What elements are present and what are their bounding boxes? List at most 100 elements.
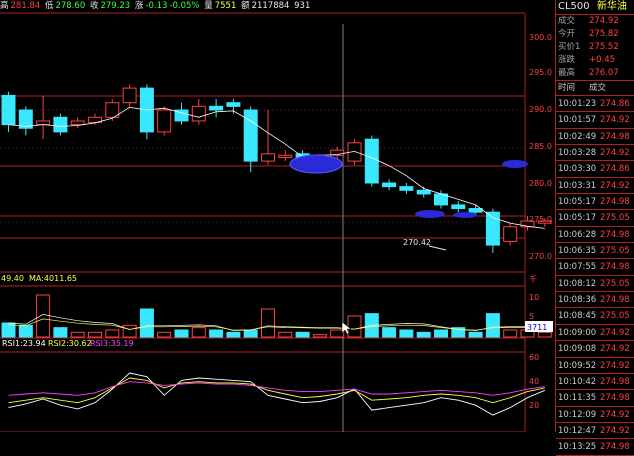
candle-body: [1, 94, 16, 126]
candle-body: [18, 109, 33, 129]
volume-bar: [226, 331, 241, 338]
tick-time: 10:13:25: [558, 442, 597, 453]
table-row[interactable]: 10:06:35 275.05: [556, 243, 634, 260]
volume-bar: [122, 324, 137, 338]
low-annotation: 270.42: [403, 238, 431, 247]
chart-area[interactable]: 300.0 295.0 290.0 285.0 280.0 275.0 270.…: [0, 0, 555, 432]
tick-price: 274.86: [600, 99, 630, 109]
volume-bar: [434, 329, 448, 338]
table-row[interactable]: 10:08:12 275.05: [556, 276, 634, 293]
table-row[interactable]: 10:07:55 274.98: [556, 259, 634, 276]
candle-body: [468, 208, 483, 213]
candle-body: [399, 186, 414, 191]
signal-marker: [502, 160, 528, 168]
tick-time: 10:10:42: [558, 376, 597, 387]
table-row[interactable]: 10:08:45 275.05: [556, 308, 634, 325]
table-row[interactable]: 10:06:28 274.98: [556, 227, 634, 244]
table-row[interactable]: 10:03:28 274.92: [556, 145, 634, 162]
tick-time: 10:03:31: [558, 180, 597, 191]
table-row[interactable]: 10:01:23 274.86: [556, 96, 634, 113]
table-row[interactable]: 10:09:00 274.92: [556, 325, 634, 342]
volume-series[interactable]: [1, 294, 552, 338]
grid-lines: [0, 12, 526, 432]
table-row[interactable]: 10:05:17 275.05: [556, 210, 634, 227]
tick-price: 274.98: [600, 262, 630, 273]
candle-body: [209, 105, 224, 111]
tick-price: 274.92: [600, 425, 630, 436]
table-row[interactable]: 10:12:09 274.92: [556, 407, 634, 423]
tick-time: 10:01:57: [558, 115, 597, 126]
candle-body: [451, 204, 466, 210]
tick-time: 10:12:47: [558, 425, 597, 436]
table-row[interactable]: 10:03:31 274.92: [556, 178, 634, 195]
candle-body: [70, 120, 85, 126]
tick-time: 10:03:30: [558, 164, 597, 175]
ticks-list[interactable]: 10:01:23 274.86 10:01:57 274.92 10:02:49 274.…: [556, 96, 634, 456]
volume-bar: [139, 308, 154, 338]
candle-body: [261, 153, 275, 162]
price-tick-6: 270.0: [529, 252, 552, 261]
table-row[interactable]: 10:11:35 274.98: [556, 390, 634, 407]
candle-body: [53, 116, 68, 133]
tick-price: 274.92: [600, 180, 630, 191]
table-row[interactable]: 10:13:25 274.98: [556, 439, 634, 456]
table-row[interactable]: 10:01:57 274.92: [556, 112, 634, 129]
tick-price: 274.98: [600, 131, 630, 142]
quote-row-high: 最高 276.07: [558, 68, 619, 78]
rsi-series[interactable]: [8, 372, 545, 416]
volume-bar: [105, 329, 120, 338]
candle-body: [416, 189, 431, 195]
volume-bar: [70, 331, 85, 338]
tick-time: 10:09:08: [558, 344, 597, 355]
quote-header: CL500 新华油: [556, 0, 634, 14]
tick-time: 10:06:35: [558, 246, 597, 257]
table-row[interactable]: 10:08:36 274.98: [556, 292, 634, 309]
candle-body: [382, 182, 397, 188]
table-row[interactable]: 10:10:42 274.98: [556, 374, 634, 391]
candle-body: [243, 109, 258, 162]
candle-body: [226, 102, 241, 107]
rsi2-label: RSI2:30.62: [48, 339, 92, 348]
table-row[interactable]: 10:12:47 274.92: [556, 423, 634, 440]
volume-bar: [399, 329, 414, 338]
volume-bar: [88, 331, 102, 338]
table-row[interactable]: 10:02:49 274.98: [556, 129, 634, 146]
table-row[interactable]: 10:09:52 274.92: [556, 358, 634, 374]
tick-time: 10:02:49: [558, 131, 597, 142]
tick-price: 274.98: [600, 393, 630, 404]
rsi-tick-0: 60: [529, 353, 539, 362]
price-tick-0: 300.0: [529, 33, 552, 42]
tick-time: 10:06:28: [558, 229, 597, 240]
volume-bar: [209, 329, 224, 338]
volume-bar: [312, 334, 327, 338]
table-row[interactable]: 10:09:08 274.92: [556, 341, 634, 358]
volume-tick-1: 5: [529, 312, 534, 321]
tick-price: 275.05: [600, 278, 630, 289]
tick-price: 274.98: [600, 295, 630, 306]
symbol-name: 新华油: [596, 1, 627, 12]
quote-row-bid: 买价1 275.52: [558, 42, 619, 52]
low-leader: [428, 245, 447, 251]
tick-time: 10:03:28: [558, 148, 597, 159]
tick-price: 274.92: [600, 360, 630, 371]
table-row[interactable]: 10:03:30 274.86: [556, 161, 634, 178]
candle-body: [122, 87, 137, 104]
rsi-tick-2: 20: [529, 401, 539, 410]
tick-price: 275.05: [600, 213, 630, 224]
quote-panel: CL500 新华油 成交 274.92 今开 275.82 买价1 275.52 涨跌…: [555, 0, 634, 456]
tick-price: 274.92: [600, 327, 630, 338]
volume-bar: [53, 327, 68, 338]
quote-row-open: 今开 275.82: [558, 29, 619, 39]
tick-time: 10:08:45: [558, 311, 597, 322]
signal-marker: [289, 154, 343, 174]
table-row[interactable]: 10:05:17 274.98: [556, 194, 634, 211]
ticks-header: 时间 成交: [558, 83, 607, 93]
volume-bar: [416, 331, 431, 338]
volume-bar: [174, 329, 189, 338]
tick-time: 10:08:12: [558, 278, 597, 289]
volume-bar: [382, 327, 397, 338]
tick-price: 274.98: [600, 197, 630, 208]
candle-body: [278, 154, 293, 158]
tick-price: 274.92: [600, 409, 630, 420]
volume-bar: [503, 329, 518, 338]
